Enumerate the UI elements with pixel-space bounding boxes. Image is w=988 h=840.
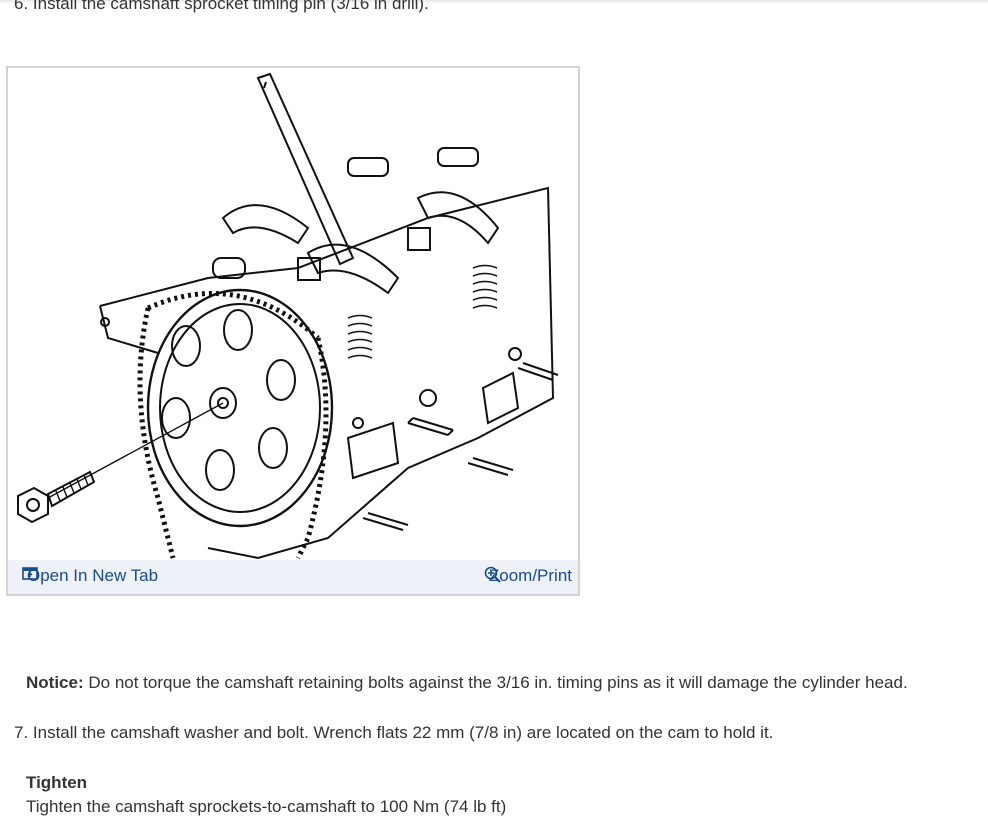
figure-container: Open In New Tab Zoom/Print xyxy=(6,66,580,596)
notice-label: Notice: xyxy=(26,673,84,692)
tighten-text: Tighten the camshaft sprockets-to-camsha… xyxy=(26,797,507,816)
camshaft-sprocket-diagram xyxy=(17,72,559,560)
figure-action-bar: Open In New Tab Zoom/Print xyxy=(8,560,578,594)
step-6-text: 6. Install the camshaft sprocket timing … xyxy=(14,0,429,13)
open-in-new-tab-link[interactable]: Open In New Tab xyxy=(22,566,158,586)
tighten-heading: Tighten xyxy=(26,773,88,792)
open-in-new-tab-label: Open In New Tab xyxy=(27,566,159,585)
step-7-text: 7. Install the camshaft washer and bolt.… xyxy=(14,723,774,742)
notice-text: Do not torque the camshaft retaining bol… xyxy=(88,673,908,692)
notice-paragraph: Notice: Do not torque the camshaft retai… xyxy=(26,673,908,693)
zoom-print-link[interactable]: Zoom/Print xyxy=(484,566,572,586)
